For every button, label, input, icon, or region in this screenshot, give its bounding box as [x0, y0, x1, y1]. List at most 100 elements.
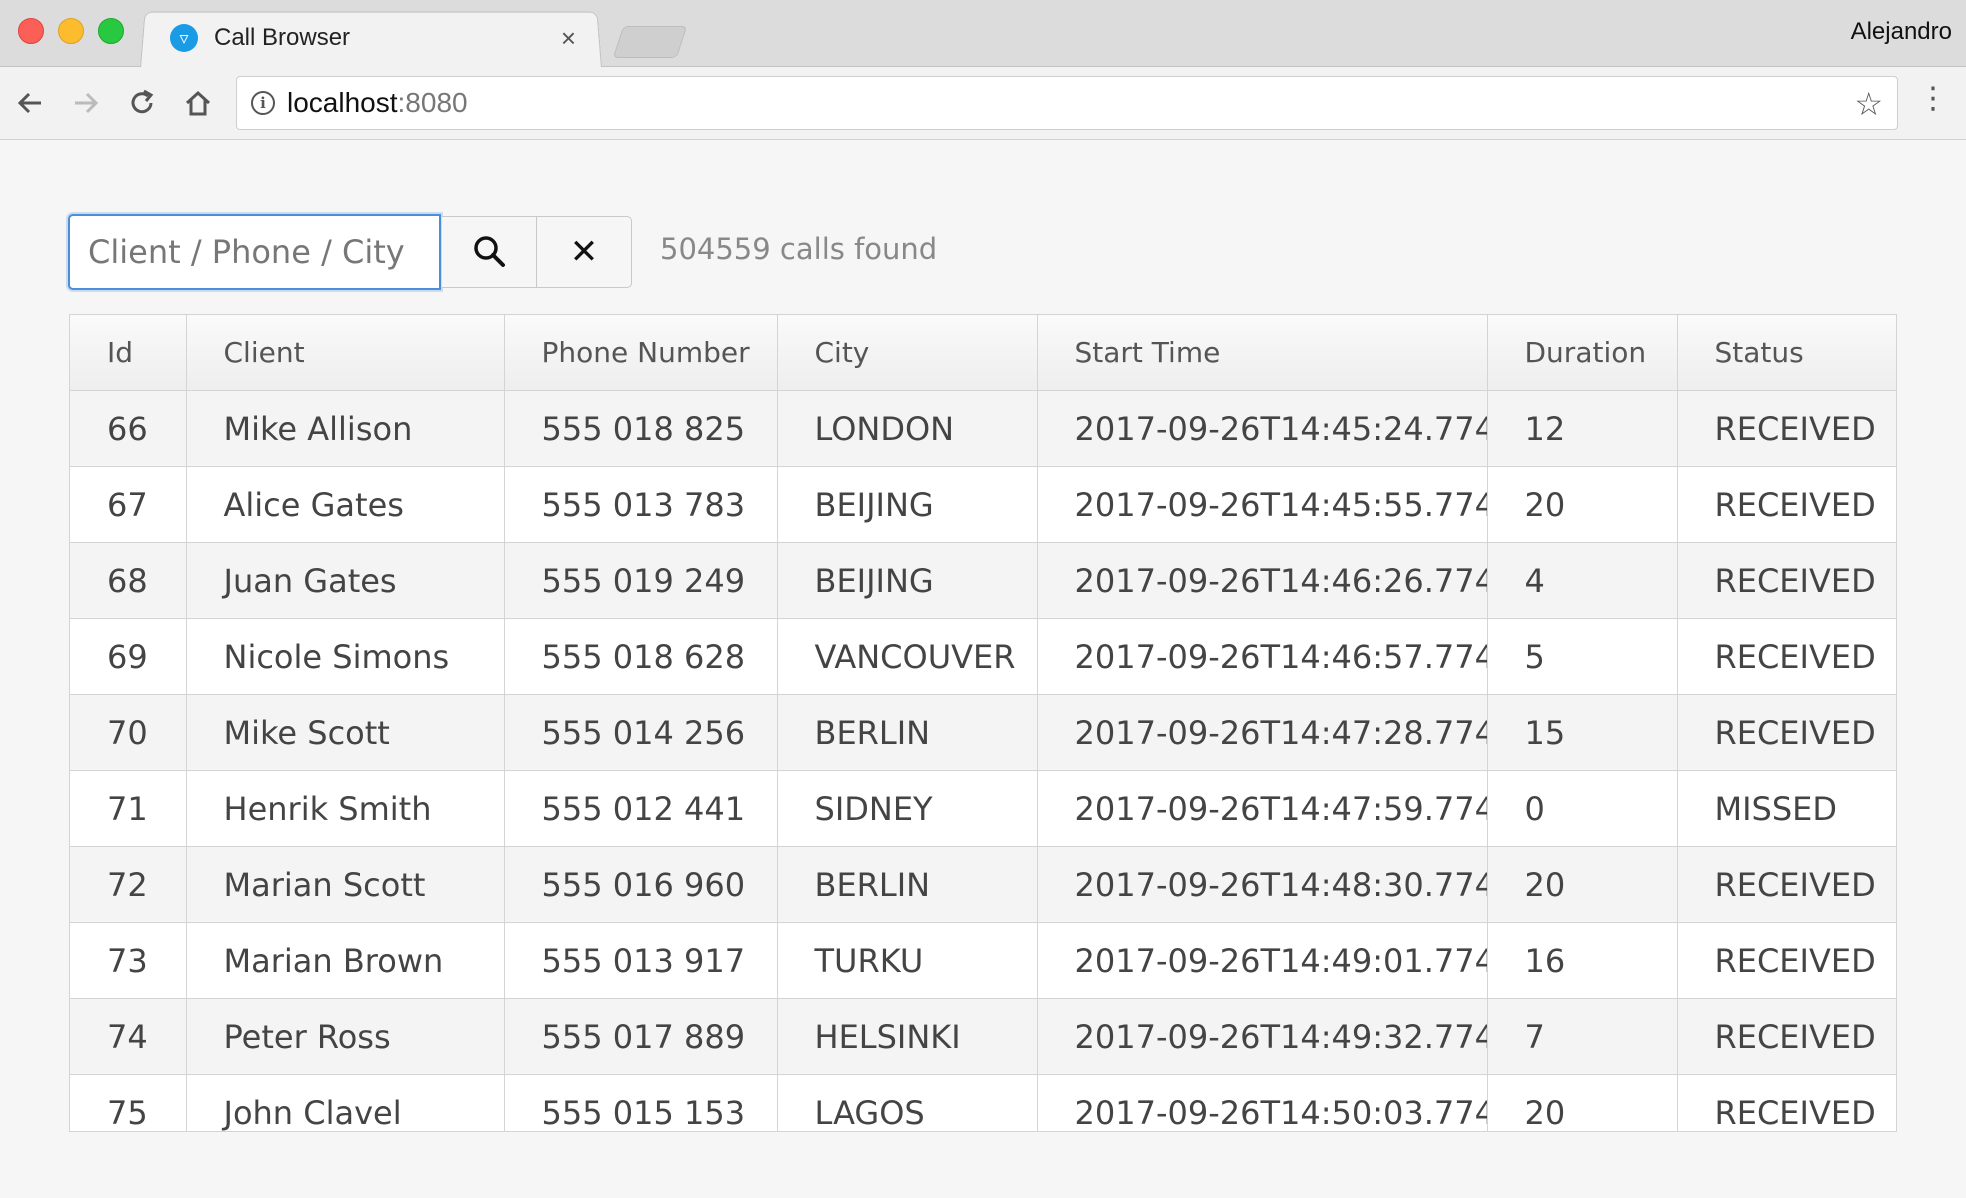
table-row[interactable]: 75 John Clavel 555 015 153 LAGOS 2017-09-26T… [70, 1074, 1896, 1131]
column-header-start-time[interactable]: Start Time [1037, 315, 1488, 391]
cell-city: LAGOS [777, 1074, 1038, 1131]
cell-start-time: 2017-09-26T14:46:57.774 [1037, 618, 1488, 695]
calls-grid: Id Client Phone Number City Start Time D… [69, 314, 1897, 1132]
cell-id: 75 [70, 1074, 187, 1131]
cell-city: SIDNEY [777, 770, 1038, 847]
cell-phone: 555 019 249 [504, 542, 778, 619]
column-header-phone[interactable]: Phone Number [504, 315, 778, 391]
cell-city: HELSINKI [777, 998, 1038, 1075]
close-window-button[interactable] [18, 18, 44, 44]
cell-id: 74 [70, 998, 187, 1075]
cell-phone: 555 012 441 [504, 770, 778, 847]
info-icon[interactable]: i [251, 91, 275, 115]
cell-start-time: 2017-09-26T14:47:28.774 [1037, 694, 1488, 771]
calls-found-label: 504559 calls found [660, 232, 938, 266]
search-icon [473, 236, 505, 267]
cell-start-time: 2017-09-26T14:46:26.774 [1037, 542, 1488, 619]
reload-icon[interactable] [124, 85, 160, 121]
cell-id: 66 [70, 390, 187, 467]
cell-phone: 555 013 783 [504, 466, 778, 543]
tab-title: Call Browser [214, 24, 351, 51]
close-icon: ✕ [569, 232, 599, 272]
cell-start-time: 2017-09-26T14:45:55.774 [1037, 466, 1488, 543]
cell-city: TURKU [777, 922, 1038, 999]
cell-id: 71 [70, 770, 187, 847]
cell-client: Juan Gates [186, 542, 505, 619]
cell-duration: 7 [1487, 998, 1678, 1075]
browser-toolbar: i localhost:8080 ☆ ⋮ [0, 67, 1966, 140]
cell-id: 72 [70, 846, 187, 923]
tab-close-icon[interactable]: × [561, 23, 576, 54]
cell-status: MISSED [1677, 770, 1896, 847]
cell-phone: 555 016 960 [504, 846, 778, 923]
cell-status: RECEIVED [1677, 998, 1896, 1075]
cell-start-time: 2017-09-26T14:47:59.774 [1037, 770, 1488, 847]
browser-menu-icon[interactable]: ⋮ [1918, 81, 1948, 116]
cell-start-time: 2017-09-26T14:48:30.774 [1037, 846, 1488, 923]
table-row[interactable]: 68 Juan Gates 555 019 249 BEIJING 2017-09-26… [70, 542, 1896, 619]
cell-duration: 20 [1487, 846, 1678, 923]
cell-duration: 4 [1487, 542, 1678, 619]
table-row[interactable]: 72 Marian Scott 555 016 960 BERLIN 2017-09-2… [70, 846, 1896, 923]
cell-id: 73 [70, 922, 187, 999]
column-header-id[interactable]: Id [70, 315, 187, 391]
cell-client: Alice Gates [186, 466, 505, 543]
cell-start-time: 2017-09-26T14:50:03.774 [1037, 1074, 1488, 1131]
table-row[interactable]: 71 Henrik Smith 555 012 441 SIDNEY 2017-09-2… [70, 770, 1896, 847]
cell-status: RECEIVED [1677, 694, 1896, 771]
cell-client: Nicole Simons [186, 618, 505, 695]
home-icon[interactable] [180, 85, 216, 121]
cell-city: BERLIN [777, 694, 1038, 771]
address-bar[interactable]: i localhost:8080 ☆ [236, 76, 1898, 130]
cell-id: 68 [70, 542, 187, 619]
cell-id: 70 [70, 694, 187, 771]
cell-phone: 555 017 889 [504, 998, 778, 1075]
table-row[interactable]: 69 Nicole Simons 555 018 628 VANCOUVER 2017-… [70, 618, 1896, 695]
cell-status: RECEIVED [1677, 618, 1896, 695]
cell-client: Marian Scott [186, 846, 505, 923]
browser-titlebar: ▿ Call Browser × Alejandro [0, 0, 1966, 68]
cell-phone: 555 018 825 [504, 390, 778, 467]
new-tab-button[interactable] [612, 26, 688, 58]
cell-status: RECEIVED [1677, 846, 1896, 923]
table-row[interactable]: 70 Mike Scott 555 014 256 BERLIN 2017-09-26T… [70, 694, 1896, 771]
cell-client: Mike Allison [186, 390, 505, 467]
cell-city: BERLIN [777, 846, 1038, 923]
column-header-client[interactable]: Client [186, 315, 505, 391]
cell-id: 69 [70, 618, 187, 695]
search-input[interactable] [68, 214, 441, 290]
cell-city: LONDON [777, 390, 1038, 467]
cell-start-time: 2017-09-26T14:45:24.774 [1037, 390, 1488, 467]
column-header-status[interactable]: Status [1677, 315, 1896, 391]
cell-status: RECEIVED [1677, 390, 1896, 467]
back-arrow-icon[interactable] [12, 85, 48, 121]
table-row[interactable]: 74 Peter Ross 555 017 889 HELSINKI 2017-09-2… [70, 998, 1896, 1075]
cell-id: 67 [70, 466, 187, 543]
bookmark-star-icon[interactable]: ☆ [1854, 85, 1883, 123]
minimize-window-button[interactable] [58, 18, 84, 44]
cell-city: BEIJING [777, 466, 1038, 543]
search-button[interactable] [442, 216, 538, 288]
table-row[interactable]: 67 Alice Gates 555 013 783 BEIJING 2017-09-2… [70, 466, 1896, 543]
cell-phone: 555 015 153 [504, 1074, 778, 1131]
table-row[interactable]: 73 Marian Brown 555 013 917 TURKU 2017-09-26… [70, 922, 1896, 999]
table-header-row: Id Client Phone Number City Start Time D… [70, 315, 1896, 391]
zoom-window-button[interactable] [98, 18, 124, 44]
cell-client: Peter Ross [186, 998, 505, 1075]
cell-client: John Clavel [186, 1074, 505, 1131]
table-row[interactable]: 66 Mike Allison 555 018 825 LONDON 2017-09-2… [70, 390, 1896, 467]
cell-client: Henrik Smith [186, 770, 505, 847]
url-port: :8080 [397, 87, 468, 118]
column-header-city[interactable]: City [777, 315, 1038, 391]
cell-status: RECEIVED [1677, 922, 1896, 999]
favicon-icon: ▿ [170, 24, 198, 52]
cell-phone: 555 013 917 [504, 922, 778, 999]
cell-city: VANCOUVER [777, 618, 1038, 695]
cell-start-time: 2017-09-26T14:49:32.774 [1037, 998, 1488, 1075]
tab-content: ▿ Call Browser × [170, 18, 590, 58]
clear-button[interactable]: ✕ [536, 216, 632, 288]
url-host: localhost [287, 87, 398, 118]
profile-name[interactable]: Alejandro [1851, 18, 1952, 46]
column-header-duration[interactable]: Duration [1487, 315, 1678, 391]
forward-arrow-icon[interactable] [68, 85, 104, 121]
